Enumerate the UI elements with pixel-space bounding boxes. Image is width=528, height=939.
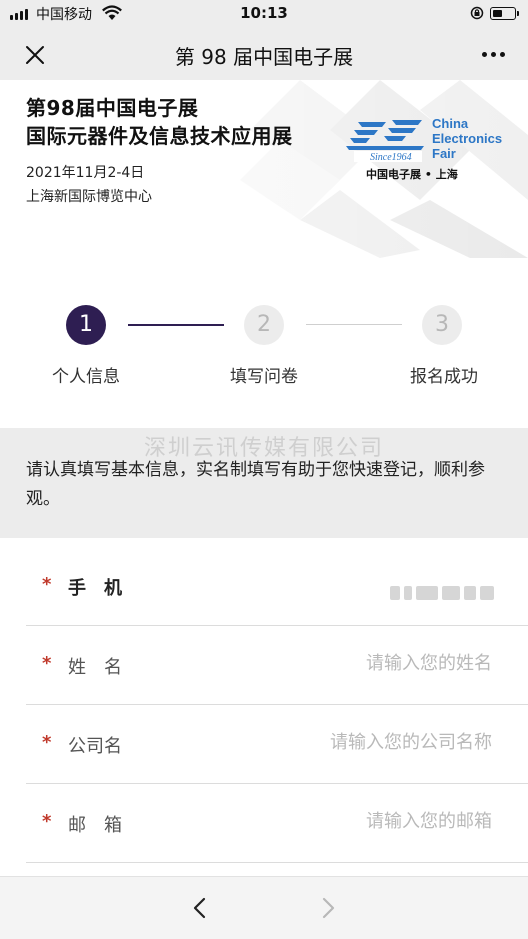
step-1-indicator: 1 [66, 305, 106, 345]
email-input[interactable] [232, 811, 492, 832]
more-icon[interactable] [478, 42, 508, 66]
registration-stepper: 1 2 3 个人信息 填写问卷 报名成功 [0, 258, 528, 428]
banner-title: 第98届中国电子展 [26, 96, 199, 120]
step-connector-1 [128, 324, 224, 326]
back-arrow-icon[interactable] [186, 893, 214, 923]
email-field: * 邮 箱 [26, 785, 528, 863]
phone-value-masked[interactable] [390, 586, 494, 600]
required-marker: * [42, 732, 52, 753]
company-label: 公司名 [68, 736, 122, 757]
notice-panel: 深圳云讯传媒有限公司 请认真填写基本信息，实名制填写有助于您快速登记，顺利参观。 [0, 428, 528, 538]
step-3-label: 报名成功 [410, 367, 478, 387]
browser-toolbar [0, 876, 528, 939]
event-date: 2021年11月2-4日 [26, 165, 145, 181]
name-label: 姓 名 [68, 657, 122, 678]
battery-icon [490, 7, 519, 20]
required-marker: * [42, 811, 52, 832]
clock: 10:13 [240, 4, 288, 22]
logo-english-text: China Electronics Fair [432, 116, 503, 161]
step-2-indicator: 2 [244, 305, 284, 345]
step-connector-2 [306, 324, 402, 325]
name-input[interactable] [232, 653, 492, 674]
phone-field[interactable]: * 手 机 [26, 548, 528, 626]
step-2-label: 填写问卷 [230, 367, 298, 387]
rotation-lock-icon [470, 6, 484, 20]
page-title: 第 98 届中国电子展 [174, 45, 354, 69]
notice-text: 请认真填写基本信息，实名制填写有助于您快速登记，顺利参观。 [26, 460, 485, 509]
company-field: * 公司名 [26, 706, 528, 784]
step-1-label: 个人信息 [52, 367, 120, 387]
name-field: * 姓 名 [26, 627, 528, 705]
email-label: 邮 箱 [68, 815, 122, 836]
event-venue: 上海新国际博览中心 [26, 189, 152, 205]
required-marker: * [42, 574, 52, 595]
step-3-indicator: 3 [422, 305, 462, 345]
event-banner: 第98届中国电子展 国际元器件及信息技术应用展 2021年11月2-4日 上海新… [0, 80, 528, 258]
logo-chinese-text: 中国电子展 • 上海 [366, 168, 458, 181]
status-bar: 中国移动 10:13 [0, 0, 528, 28]
phone-label: 手 机 [68, 578, 122, 599]
company-input[interactable] [232, 732, 492, 753]
forward-arrow-icon[interactable] [314, 893, 342, 923]
svg-text:Since1964: Since1964 [370, 152, 412, 162]
banner-subtitle: 国际元器件及信息技术应用展 [26, 124, 293, 148]
required-marker: * [42, 653, 52, 674]
nav-bar: 第 98 届中国电子展 [0, 28, 528, 80]
china-electronics-fair-logo: Since1964 [346, 120, 424, 162]
